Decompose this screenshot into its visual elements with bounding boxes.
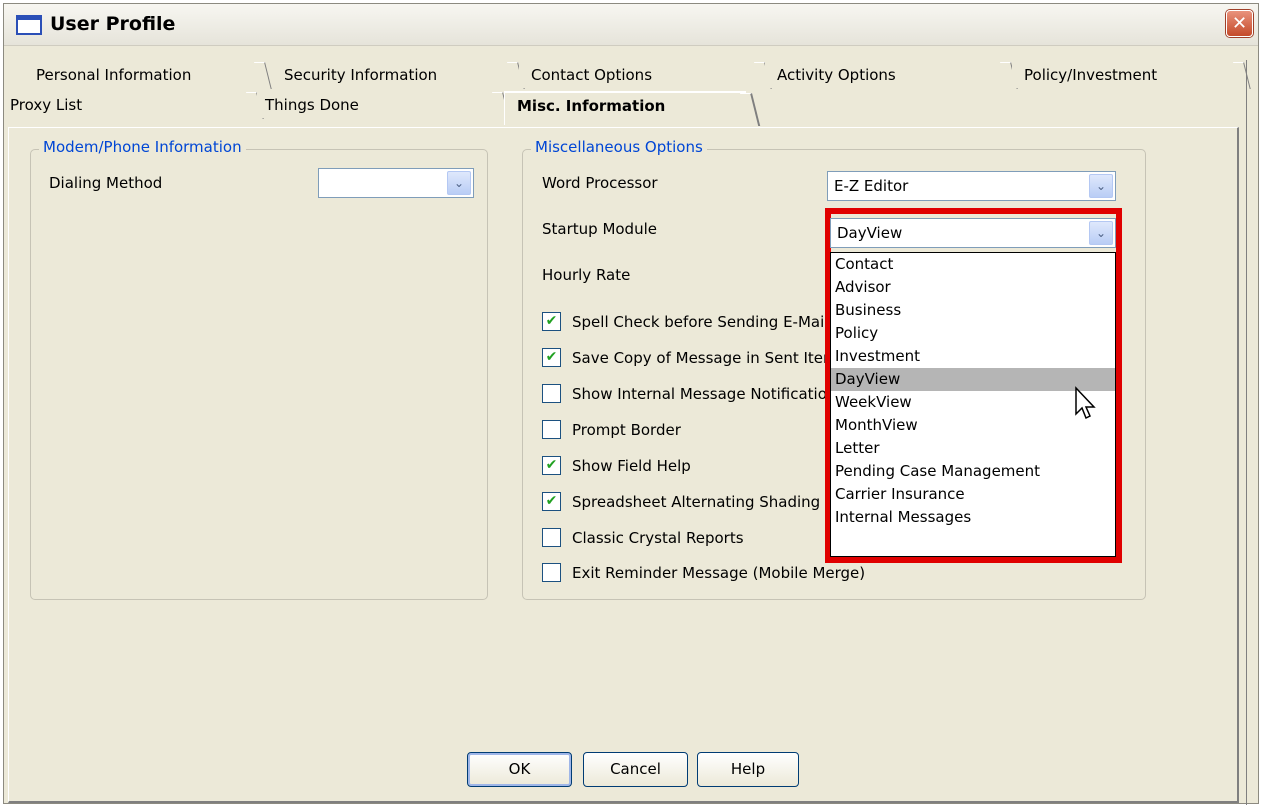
dropdown-option[interactable]: MonthView [831, 414, 1115, 437]
modem-group-title: Modem/Phone Information [39, 138, 246, 156]
dropdown-option[interactable]: Business [831, 299, 1115, 322]
user-profile-window: User Profile ✕ Personal Information Secu… [3, 3, 1261, 805]
dropdown-option[interactable]: Investment [831, 345, 1115, 368]
word-processor-label: Word Processor [542, 174, 658, 192]
checkbox-box[interactable] [542, 384, 561, 403]
tab-misc-information[interactable]: Misc. Information [504, 91, 761, 126]
dropdown-option[interactable]: Letter [831, 437, 1115, 460]
panel-right-frame [1246, 60, 1261, 805]
dropdown-option[interactable]: WeekView [831, 391, 1115, 414]
checkbox-show-internal-message[interactable]: Show Internal Message Notification [542, 382, 857, 406]
startup-module-select[interactable]: DayView ⌄ [830, 218, 1116, 248]
window-title: User Profile [50, 13, 176, 35]
checkbox-show-field-help[interactable]: ✔ Show Field Help [542, 454, 857, 478]
checkbox-spell-check[interactable]: ✔ Spell Check before Sending E-Mail [542, 310, 857, 334]
dialing-method-select[interactable]: ⌄ [318, 168, 474, 198]
dropdown-option[interactable]: Carrier Insurance [831, 483, 1115, 506]
hourly-rate-label: Hourly Rate [542, 266, 631, 284]
checkbox-box[interactable] [542, 420, 561, 439]
chevron-down-icon[interactable]: ⌄ [1089, 174, 1113, 198]
word-processor-value: E-Z Editor [834, 177, 909, 195]
dialing-method-label: Dialing Method [49, 174, 163, 192]
tab-things-done[interactable]: Things Done [257, 92, 510, 119]
tab-proxy-list[interactable]: Proxy List [6, 92, 264, 119]
dropdown-option[interactable]: Policy [831, 322, 1115, 345]
tab-personal-information[interactable]: Personal Information [24, 62, 272, 89]
cancel-button[interactable]: Cancel [583, 752, 688, 787]
misc-group-title: Miscellaneous Options [531, 138, 707, 156]
checkbox-classic-crystal[interactable]: Classic Crystal Reports [542, 526, 857, 550]
checkbox-box[interactable]: ✔ [542, 312, 561, 331]
modem-phone-group: Modem/Phone Information [30, 138, 488, 600]
chevron-down-icon[interactable]: ⌄ [447, 171, 471, 195]
title-bar: User Profile ✕ [4, 4, 1258, 46]
help-button[interactable]: Help [697, 752, 799, 787]
checkbox-exit-reminder[interactable]: Exit Reminder Message (Mobile Merge) [542, 561, 972, 585]
ok-button[interactable]: OK [467, 752, 572, 787]
tab-policy-investment[interactable]: Policy/Investment [1012, 62, 1251, 89]
dropdown-option[interactable]: DayView [831, 368, 1115, 391]
checkbox-prompt-border[interactable]: Prompt Border [542, 418, 857, 442]
dropdown-option[interactable]: Pending Case Management [831, 460, 1115, 483]
checkbox-spreadsheet-shading[interactable]: ✔ Spreadsheet Alternating Shading [542, 490, 857, 514]
checkbox-box[interactable]: ✔ [542, 492, 561, 511]
startup-module-label: Startup Module [542, 220, 657, 238]
tab-security-information[interactable]: Security Information [272, 62, 525, 89]
dropdown-option[interactable]: Internal Messages [831, 506, 1115, 529]
checkbox-box[interactable]: ✔ [542, 348, 561, 367]
arrow-pointer-icon [1075, 386, 1096, 420]
tab-activity-options[interactable]: Activity Options [765, 62, 1018, 89]
window-icon [16, 15, 42, 35]
dropdown-option[interactable]: Contact [831, 253, 1115, 276]
tab-contact-options[interactable]: Contact Options [519, 62, 772, 89]
checkbox-box[interactable] [542, 528, 561, 547]
chevron-down-icon[interactable]: ⌄ [1089, 221, 1113, 245]
checkbox-box[interactable]: ✔ [542, 456, 561, 475]
checkbox-save-copy[interactable]: ✔ Save Copy of Message in Sent Items [542, 346, 857, 370]
close-button[interactable]: ✕ [1226, 10, 1253, 37]
word-processor-select[interactable]: E-Z Editor ⌄ [827, 171, 1116, 201]
startup-module-value: DayView [837, 224, 903, 242]
dropdown-option[interactable]: Advisor [831, 276, 1115, 299]
checkbox-box[interactable] [542, 563, 561, 582]
